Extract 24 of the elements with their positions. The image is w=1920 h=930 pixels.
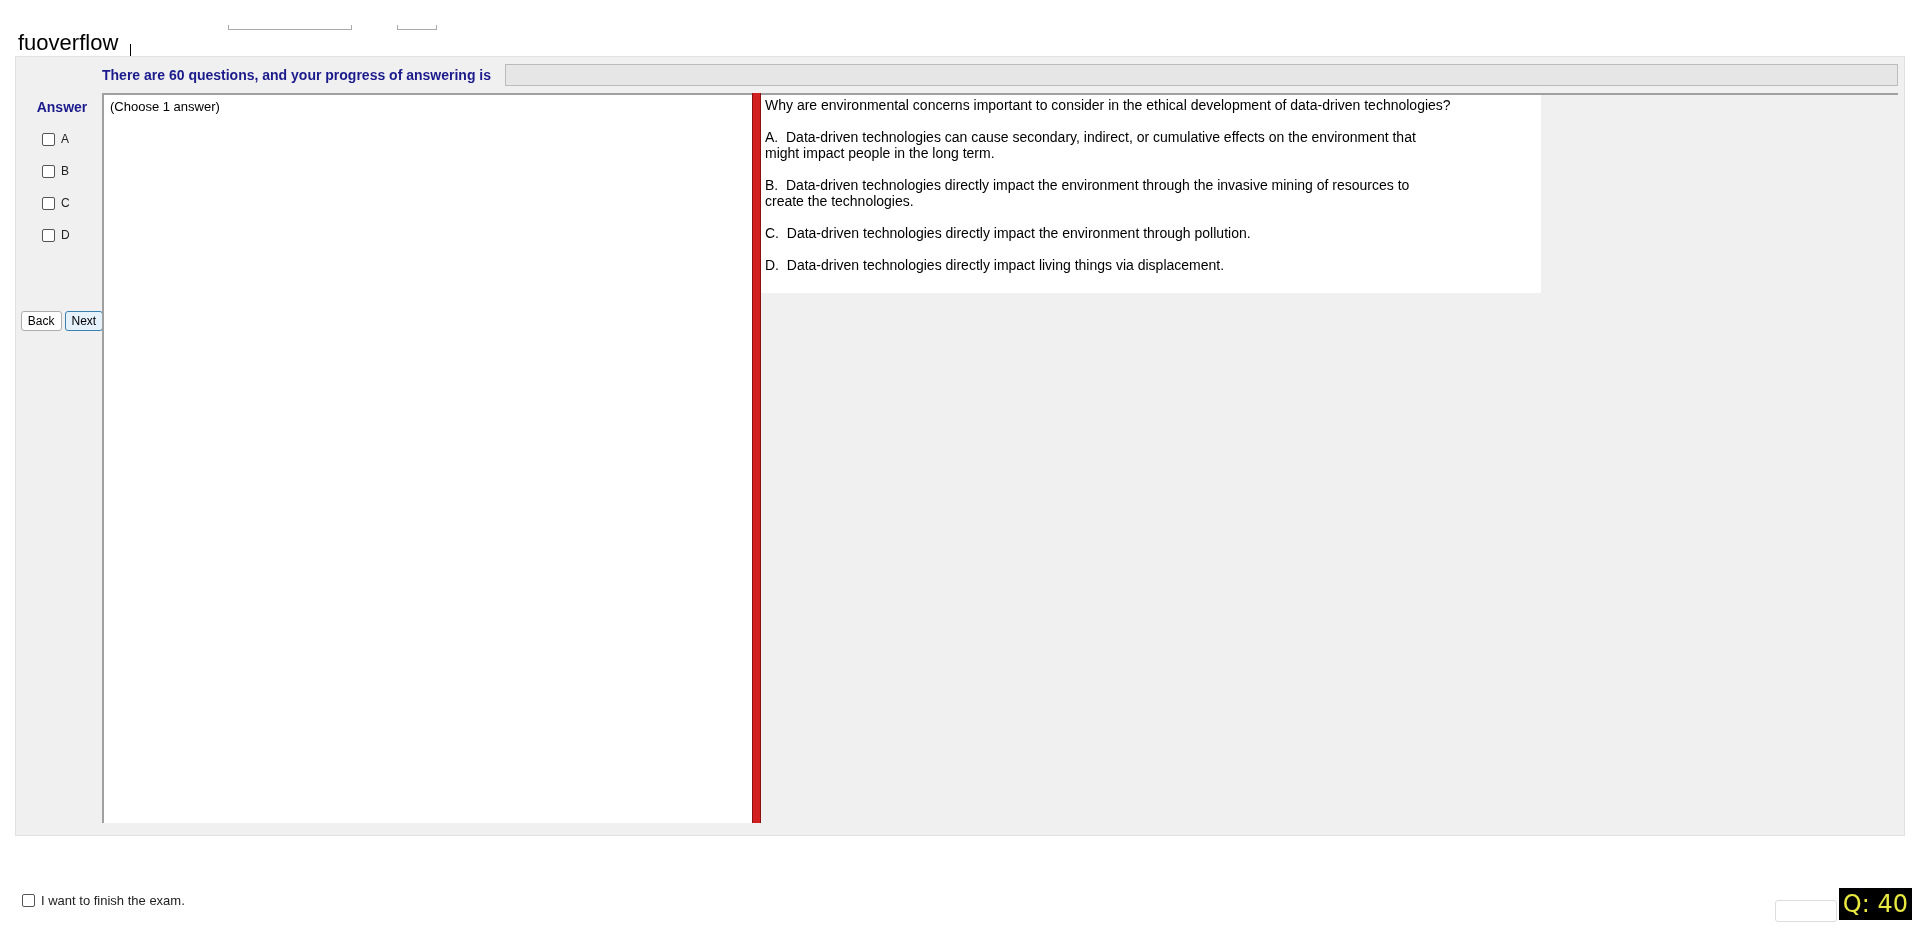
question-counter: Q: 40: [1838, 888, 1912, 920]
dropdown-field[interactable]: [228, 25, 352, 30]
choice-text: A. Data-driven technologies can cause secondary, indirect, or cumulative effects on the environment that might impact people in the long term.: [765, 129, 1417, 161]
spin-field[interactable]: [397, 25, 437, 30]
finish-checkbox[interactable]: [22, 894, 35, 907]
choice-text: C. Data-driven technologies directly impact the environment through pollution.: [765, 225, 1252, 241]
answer-checkbox[interactable]: [42, 164, 55, 178]
choice-text: D. Data-driven technologies directly impact living things via displacement.: [765, 257, 1226, 273]
nav-button[interactable]: Next: [64, 311, 104, 331]
option-label: C: [61, 196, 70, 210]
option-label: B: [61, 164, 69, 178]
small-field[interactable]: [1774, 900, 1837, 922]
answer-checkbox[interactable]: [42, 132, 55, 146]
instruction-text: (Choose 1 answer): [110, 99, 221, 114]
choice-text: B. Data-driven technologies directly impact the environment through the invasive mining of resources to create the technologies.: [765, 177, 1411, 209]
question-text: Why are environmental concerns important to consider in the ethical development of data-driven technologies?: [765, 97, 1452, 113]
answer-checkbox[interactable]: [42, 228, 55, 242]
option-label: A: [61, 132, 69, 146]
nav-button[interactable]: Back: [20, 311, 62, 331]
progress-label: There are 60 questions, and your progress of answering is: [102, 67, 491, 83]
option-label: D: [61, 228, 70, 242]
answer-heading: Answer: [36, 99, 88, 115]
answer-checkbox[interactable]: [42, 196, 55, 210]
finish-label: I want to finish the exam.: [41, 893, 185, 908]
